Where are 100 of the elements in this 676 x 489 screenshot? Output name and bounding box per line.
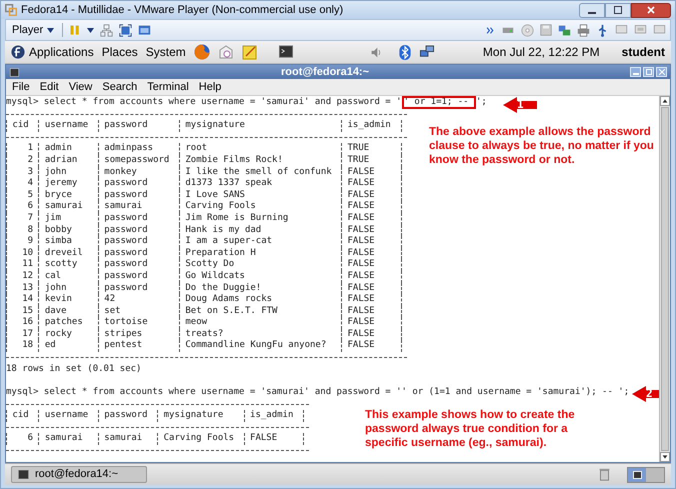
table-cell-text: FALSE xyxy=(347,201,376,213)
panel-menu[interactable]: System xyxy=(146,43,186,61)
command-line: mysql> select * from accounts where username = 'samurai' and password = '' or (1=1 and username = 'samurai'); -- '; xyxy=(6,386,630,397)
table-cell-text: ed xyxy=(44,340,57,352)
terminal-icon xyxy=(18,470,29,479)
table-cell-text: Do the Duggie! xyxy=(185,282,262,294)
menu-item[interactable]: Edit xyxy=(40,78,59,96)
table-cell-text: TRUE xyxy=(347,154,370,167)
annotation-text: The above example allows the password clause to always be true, no matter if you know the password or not. xyxy=(429,125,655,167)
table-cell-text: I Love SANS xyxy=(185,190,246,201)
player-menu-button[interactable]: Player xyxy=(10,22,56,38)
table-cell-text: set xyxy=(104,306,122,317)
table-cell-text: samurai xyxy=(104,433,144,445)
table-cell-text: jim xyxy=(44,212,62,225)
maximize-icon xyxy=(614,6,622,14)
network-icon xyxy=(418,44,435,60)
table-cell-text: FALSE xyxy=(347,317,376,329)
table-cell-text: FALSE xyxy=(347,340,376,352)
notepad-icon xyxy=(242,44,258,60)
fullscreen-icon xyxy=(119,24,132,36)
table-cell-text: dave xyxy=(44,306,68,317)
table-cell-text: rocky xyxy=(44,328,73,340)
table-cell-text: password xyxy=(104,248,149,259)
table-cell-text: Zombie Films Rock! xyxy=(185,154,284,167)
scrollbar[interactable] xyxy=(659,96,670,462)
table-cell-text: pentest xyxy=(104,340,144,352)
table-cell-text: I am a super-cat xyxy=(185,236,274,248)
device-icon xyxy=(634,24,647,36)
table-cell-text: Hank is my dad xyxy=(185,224,262,236)
table-cell-text: patches xyxy=(44,317,84,329)
device-icon xyxy=(653,24,666,36)
trash-icon xyxy=(598,467,611,482)
table-cell-text: simba xyxy=(44,236,73,248)
column-header: cid xyxy=(12,410,30,422)
annotation-text: This example shows how to create the password always true condition for a specific username (eg., samurai). xyxy=(365,408,576,450)
close-icon xyxy=(647,6,655,14)
window-title: Fedora14 - Mutillidae - VMware Player (Non-commercial use only) xyxy=(21,2,344,18)
table-cell-text: 1 xyxy=(26,143,34,155)
table-cell-text: 12 xyxy=(21,270,34,282)
result-message: 18 rows in set (0.01 sec) xyxy=(6,364,142,376)
table-cell-text: 11 xyxy=(21,259,34,271)
menu-item[interactable]: Help xyxy=(198,78,222,96)
menu-item[interactable]: Terminal xyxy=(147,78,189,96)
menu-item[interactable]: Search xyxy=(102,78,138,96)
table-cell-text: bobby xyxy=(44,224,73,236)
table-cell-text: password xyxy=(104,178,149,190)
table-cell-text: password xyxy=(104,212,149,225)
table-cell-text: FALSE xyxy=(347,236,376,248)
highlighted-text: ' or 1=1; -- xyxy=(402,96,476,109)
panel-menu[interactable]: Places xyxy=(102,43,138,61)
command-line: mysql> select * from accounts where username = 'samurai' and password = ' xyxy=(6,97,402,107)
table-cell-text: password xyxy=(104,270,149,282)
table-cell-text: FALSE xyxy=(347,224,376,236)
user-name[interactable]: student xyxy=(622,43,665,61)
usb-icon xyxy=(596,24,609,36)
column-header: is_admin xyxy=(250,410,294,422)
command-line: '; xyxy=(476,97,487,107)
table-cell-text: I like the smell of confunk xyxy=(185,166,333,178)
table-cell-text: password xyxy=(104,224,149,236)
menu-item[interactable]: File xyxy=(12,78,30,96)
close-button[interactable] xyxy=(631,2,671,18)
table-cell-text: monkey xyxy=(104,166,138,178)
table-cell-text: password xyxy=(104,236,149,248)
table-cell-text: 8 xyxy=(26,224,34,236)
column-header: mysignature xyxy=(164,410,224,422)
workspace-switcher[interactable] xyxy=(627,466,665,482)
floppy-icon xyxy=(540,24,552,36)
pause-icon xyxy=(69,24,82,36)
table-cell-text: 13 xyxy=(21,282,34,294)
browser-globe-icon xyxy=(194,44,210,60)
table-cell-text: kevin xyxy=(44,294,73,306)
table-cell-text: samurai xyxy=(104,201,144,213)
table-cell-text: 2 xyxy=(26,154,34,167)
panel-menu[interactable]: Applications xyxy=(29,43,94,61)
taskbar-button[interactable]: root@fedora14:~ xyxy=(11,466,147,483)
table-cell-text: FALSE xyxy=(347,294,376,306)
table-cell-text: 17 xyxy=(21,328,34,340)
table-cell-text: samurai xyxy=(44,201,84,213)
table-cell-text: Carving Fools xyxy=(164,433,236,445)
minimize-button[interactable] xyxy=(579,2,605,18)
table-cell-text: 3 xyxy=(26,166,34,178)
table-cell-text: 18 xyxy=(21,340,34,352)
table-cell-text: FALSE xyxy=(347,270,376,282)
table-cell-text: 6 xyxy=(26,201,34,213)
terminal-icon xyxy=(278,45,294,59)
table-cell-text: password xyxy=(104,259,149,271)
column-header: username xyxy=(44,120,90,132)
table-cell-text: 15 xyxy=(21,306,34,317)
table-cell-text: somepassword xyxy=(104,154,170,167)
table-cell-text: TRUE xyxy=(347,143,370,155)
clock[interactable]: Mon Jul 22, 12:22 PM xyxy=(482,43,600,61)
table-cell-text: 42 xyxy=(104,294,116,306)
menu-item[interactable]: View xyxy=(68,78,92,96)
maximize-button[interactable] xyxy=(605,2,631,18)
caret-icon xyxy=(47,28,54,32)
table-cell-text: Bet on S.E.T. FTW xyxy=(185,306,278,318)
window-icon xyxy=(138,24,152,36)
table-cell-text: d1373 1337 speak xyxy=(185,178,274,190)
column-header: mysignature xyxy=(185,120,246,132)
table-cell-text: Doug Adams rocks xyxy=(185,294,274,306)
